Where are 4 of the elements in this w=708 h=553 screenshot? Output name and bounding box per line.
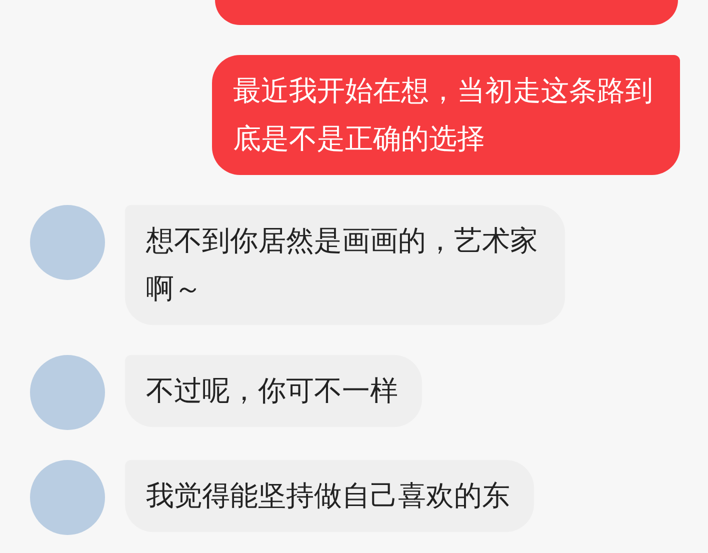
message-bubble: 最近我开始在想，当初走这条路到底是不是正确的选择: [212, 55, 680, 175]
message-bubble: 我觉得能坚持做自己喜欢的东: [125, 460, 534, 532]
message-bubble: 想不到你居然是画画的，艺术家啊～: [125, 205, 565, 325]
message-bubble: 不过呢，你可不一样: [125, 355, 422, 427]
